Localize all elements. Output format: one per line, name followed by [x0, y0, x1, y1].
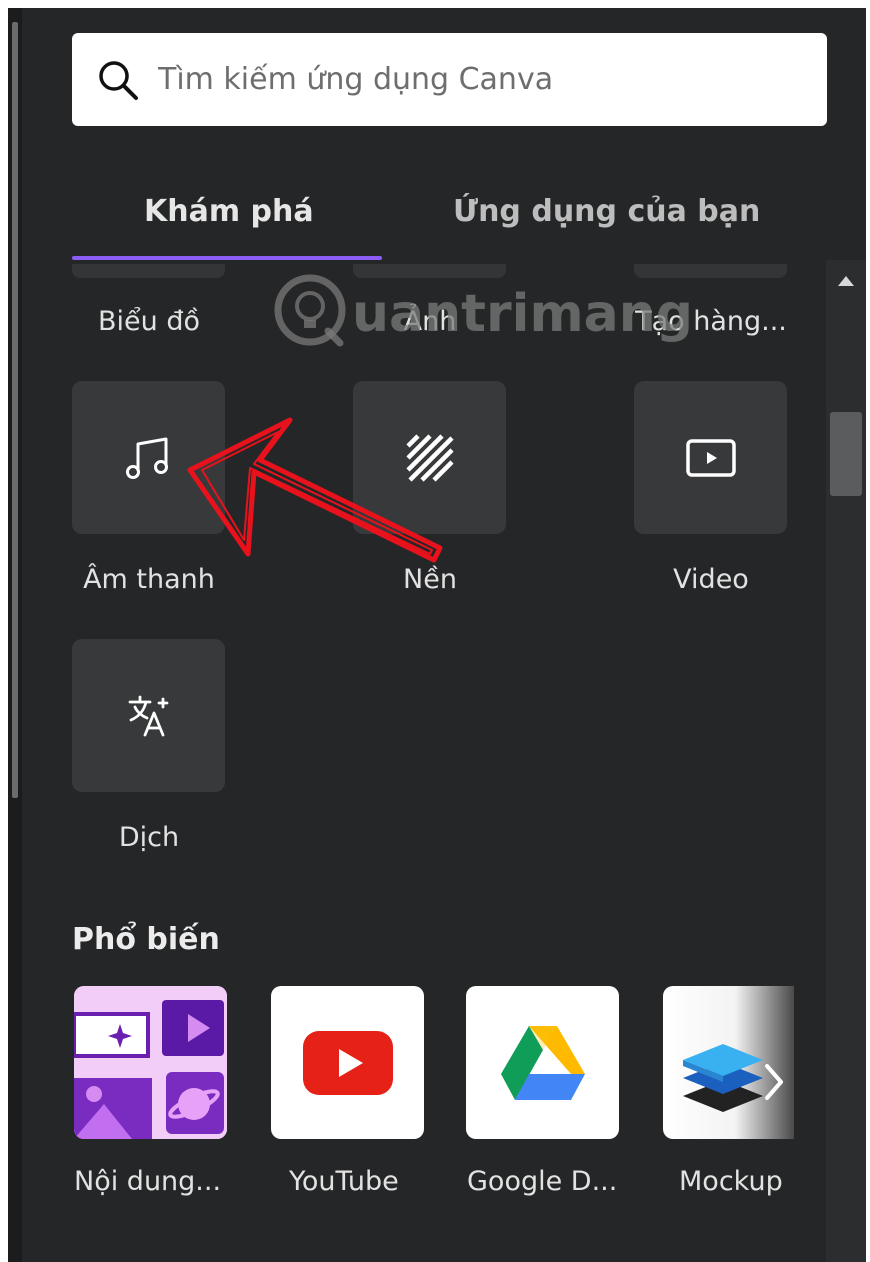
- left-scrollbar[interactable]: [12, 22, 18, 798]
- search-box[interactable]: [72, 33, 827, 126]
- magic-media-label[interactable]: Nội dung...: [74, 1166, 221, 1197]
- popular-section-title: Phổ biến: [72, 922, 220, 957]
- chevron-right-icon[interactable]: [761, 1062, 787, 1102]
- youtube-icon: [302, 1030, 393, 1095]
- music-note-icon: [125, 437, 168, 479]
- create-batch-tile[interactable]: [634, 264, 787, 278]
- chart-label[interactable]: Biểu đồ: [49, 306, 249, 337]
- diagonal-stripes-icon: [405, 433, 454, 482]
- right-scrollbar-thumb[interactable]: [830, 412, 862, 496]
- magic-media-app-tile[interactable]: [74, 986, 227, 1139]
- tab-your-apps[interactable]: Ứng dụng của bạn: [453, 194, 760, 229]
- translate-label[interactable]: Dịch: [49, 822, 249, 853]
- translate-icon: [128, 695, 168, 736]
- youtube-label[interactable]: YouTube: [289, 1166, 399, 1197]
- magic-media-icon: [74, 986, 227, 1139]
- mockup-label[interactable]: Mockup: [679, 1166, 789, 1197]
- active-tab-indicator: [72, 256, 382, 260]
- translate-tile[interactable]: [72, 639, 225, 792]
- apps-panel: Khám phá Ứng dụng của bạn Biểu đồ Ảnh Tạ…: [8, 8, 866, 1262]
- background-tile[interactable]: [353, 381, 506, 534]
- background-label[interactable]: Nền: [330, 564, 530, 595]
- tab-explore[interactable]: Khám phá: [144, 194, 314, 229]
- search-input[interactable]: [156, 61, 760, 98]
- youtube-app-tile[interactable]: [271, 986, 424, 1139]
- photo-tile[interactable]: [353, 264, 506, 278]
- mockup-app-tile[interactable]: [663, 986, 794, 1139]
- right-scrollbar-track[interactable]: [826, 260, 866, 1262]
- google-drive-app-tile[interactable]: [466, 986, 619, 1139]
- google-drive-icon: [500, 1025, 585, 1100]
- google-drive-label[interactable]: Google D...: [467, 1166, 617, 1197]
- chart-tile[interactable]: [72, 264, 225, 278]
- audio-tile[interactable]: [72, 381, 225, 534]
- create-batch-label[interactable]: Tạo hàng...: [611, 306, 811, 337]
- photo-label[interactable]: Ảnh: [330, 306, 530, 337]
- video-tile[interactable]: [634, 381, 787, 534]
- play-video-icon: [685, 438, 736, 477]
- search-icon: [99, 60, 138, 100]
- video-label[interactable]: Video: [611, 564, 811, 595]
- audio-label[interactable]: Âm thanh: [49, 564, 249, 595]
- scroll-up-arrow-icon[interactable]: [838, 276, 854, 286]
